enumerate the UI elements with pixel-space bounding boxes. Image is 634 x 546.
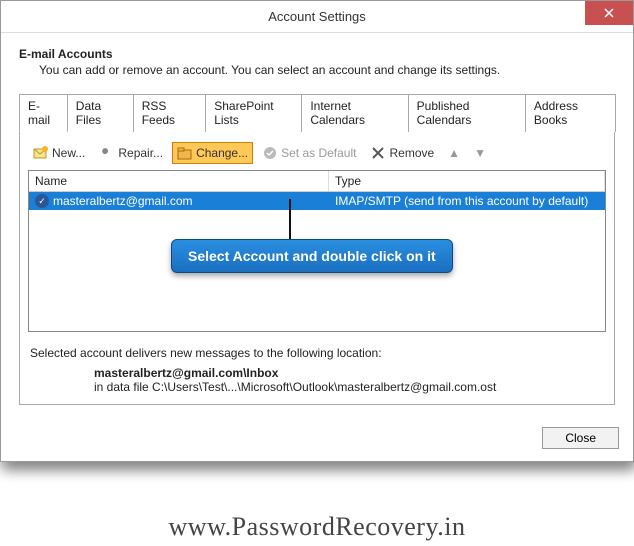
set-default-label: Set as Default bbox=[281, 146, 356, 160]
arrow-up-icon: ▲ bbox=[448, 146, 460, 160]
content-area: E-mail Accounts You can add or remove an… bbox=[1, 33, 633, 417]
folder-change-icon bbox=[177, 145, 193, 161]
account-settings-window: Account Settings E-mail Accounts You can… bbox=[0, 0, 634, 462]
tab-panel-email: New... Repair... Change... Set as Defaul… bbox=[19, 132, 615, 405]
cell-type: IMAP/SMTP (send from this account by def… bbox=[329, 194, 605, 208]
change-button[interactable]: Change... bbox=[172, 142, 253, 164]
table-header: Name Type bbox=[29, 171, 605, 192]
delivery-location: masteralbertz@gmail.com\Inbox in data fi… bbox=[94, 366, 604, 394]
toolbar: New... Repair... Change... Set as Defaul… bbox=[28, 140, 606, 170]
set-default-button[interactable]: Set as Default bbox=[257, 142, 361, 164]
remove-button-label: Remove bbox=[389, 146, 434, 160]
dialog-buttons: Close bbox=[1, 417, 633, 461]
repair-button-label: Repair... bbox=[118, 146, 163, 160]
arrow-down-icon: ▼ bbox=[474, 146, 486, 160]
instruction-callout: Select Account and double click on it bbox=[171, 239, 453, 273]
col-header-name[interactable]: Name bbox=[29, 171, 329, 191]
tab-internet-calendars[interactable]: Internet Calendars bbox=[301, 94, 408, 132]
remove-button[interactable]: Remove bbox=[365, 142, 439, 164]
window-title: Account Settings bbox=[1, 9, 633, 24]
account-name: masteralbertz@gmail.com bbox=[53, 194, 193, 208]
delivery-intro: Selected account delivers new messages t… bbox=[30, 346, 604, 360]
new-button[interactable]: New... bbox=[28, 142, 90, 164]
check-circle-icon bbox=[262, 145, 278, 161]
accounts-table: Name Type masteralbertz@gmail.com IMAP/S… bbox=[28, 170, 606, 332]
callout-connector bbox=[289, 199, 291, 241]
move-down-button[interactable]: ▼ bbox=[469, 143, 491, 163]
tab-email[interactable]: E-mail bbox=[19, 94, 68, 132]
close-icon bbox=[604, 8, 614, 18]
wrench-icon bbox=[99, 145, 115, 161]
move-up-button[interactable]: ▲ bbox=[443, 143, 465, 163]
col-header-type[interactable]: Type bbox=[329, 171, 605, 191]
delivery-path: in data file C:\Users\Test\...\Microsoft… bbox=[94, 380, 604, 394]
cell-name: masteralbertz@gmail.com bbox=[29, 194, 329, 208]
tab-data-files[interactable]: Data Files bbox=[67, 94, 134, 132]
tab-strip: E-mail Data Files RSS Feeds SharePoint L… bbox=[19, 93, 615, 132]
window-close-button[interactable] bbox=[585, 1, 633, 25]
remove-x-icon bbox=[370, 145, 386, 161]
table-row[interactable]: masteralbertz@gmail.com IMAP/SMTP (send … bbox=[29, 192, 605, 210]
close-button[interactable]: Close bbox=[542, 427, 619, 449]
section-subheading: You can add or remove an account. You ca… bbox=[39, 63, 615, 77]
tab-rss-feeds[interactable]: RSS Feeds bbox=[133, 94, 207, 132]
default-account-icon bbox=[35, 194, 49, 208]
tab-sharepoint-lists[interactable]: SharePoint Lists bbox=[205, 94, 302, 132]
watermark-text: www.PasswordRecovery.in bbox=[0, 512, 634, 542]
delivery-info: Selected account delivers new messages t… bbox=[28, 332, 606, 398]
titlebar: Account Settings bbox=[1, 1, 633, 33]
delivery-folder: masteralbertz@gmail.com\Inbox bbox=[94, 366, 604, 380]
section-heading: E-mail Accounts bbox=[19, 47, 615, 61]
tab-published-calendars[interactable]: Published Calendars bbox=[408, 94, 526, 132]
new-button-label: New... bbox=[52, 146, 85, 160]
repair-button[interactable]: Repair... bbox=[94, 142, 168, 164]
envelope-new-icon bbox=[33, 145, 49, 161]
change-button-label: Change... bbox=[196, 146, 248, 160]
tab-address-books[interactable]: Address Books bbox=[525, 94, 616, 132]
